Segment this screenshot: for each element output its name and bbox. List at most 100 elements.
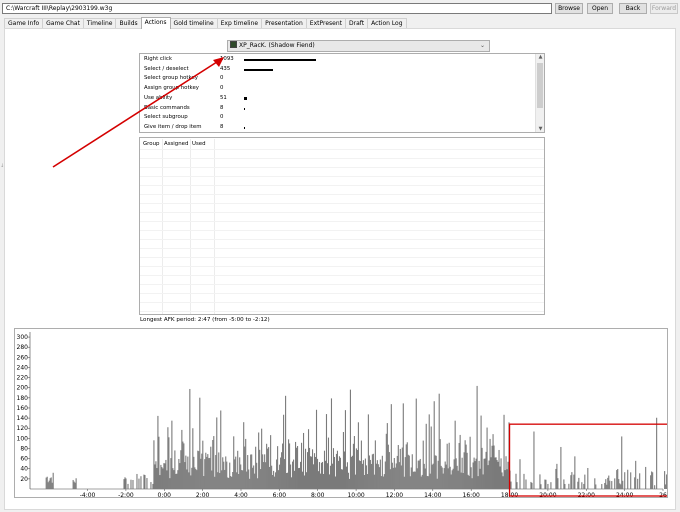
chart-bar	[437, 460, 439, 489]
back-button[interactable]: Back	[619, 3, 647, 14]
action-row[interactable]: Select subgroup 0	[140, 113, 534, 122]
chart-bar	[206, 456, 208, 489]
chart-svg: 20 40 60 80 100 120 140 160 180 200 220 240 260 280 30…	[17, 332, 674, 499]
chart-bar	[155, 461, 157, 489]
chart-bar	[175, 473, 177, 489]
action-list-scrollbar[interactable]: ▲ ▼	[535, 54, 544, 132]
chart-bar	[186, 469, 188, 489]
chart-bar	[347, 472, 349, 489]
chart-bar	[368, 455, 370, 489]
chart-bar	[156, 468, 158, 489]
browse-button[interactable]: Browse	[555, 3, 583, 14]
chart-bar	[430, 426, 432, 489]
open-button[interactable]: Open	[587, 3, 613, 14]
chart-bar	[652, 472, 654, 489]
group-col-header[interactable]: Group	[143, 141, 159, 147]
chart-bar	[545, 479, 547, 489]
grid-row-line	[140, 149, 544, 150]
chart-bar	[255, 446, 257, 489]
chart-bar	[160, 464, 162, 489]
grid-row-line	[140, 293, 544, 294]
action-name: Give item / drop item	[144, 123, 202, 130]
chart-bar	[485, 451, 487, 489]
chart-bar	[174, 450, 176, 489]
chart-bar	[294, 470, 296, 489]
chart-bar	[211, 470, 213, 489]
forward-button[interactable]: Forward	[650, 3, 678, 14]
chart-bar	[373, 474, 375, 489]
chart-bar	[208, 458, 210, 489]
chart-bar	[164, 463, 166, 489]
replay-path-field[interactable]: C:\Warcraft III\Replay\2903199.w3g	[2, 3, 552, 14]
chart-bar	[544, 479, 546, 489]
grid-row-line	[140, 284, 544, 285]
action-row[interactable]: Use ability 51	[140, 94, 534, 103]
chart-bar	[250, 454, 252, 489]
y-tick-label: 260	[17, 354, 29, 361]
scroll-thumb[interactable]	[537, 63, 543, 108]
chart-bar	[296, 447, 298, 489]
chart-bar	[413, 471, 415, 489]
chart-bar	[611, 481, 613, 489]
chart-bar	[417, 460, 419, 489]
player-select[interactable]: XP_RacK. (Shadow Fiend) ⌄	[227, 40, 490, 52]
chart-bar	[587, 467, 589, 489]
chart-bar	[523, 473, 525, 489]
chart-bar	[595, 484, 597, 489]
tab-actions[interactable]: Actions	[140, 17, 171, 29]
chart-bar	[393, 457, 395, 489]
chart-bar	[396, 455, 398, 489]
chart-bar	[372, 453, 374, 489]
chart-bar	[327, 437, 330, 489]
chart-bar	[455, 458, 457, 489]
chart-bar	[276, 459, 278, 489]
action-row[interactable]: Give item / drop item 8	[140, 123, 534, 132]
chevron-down-icon[interactable]: ⌄	[478, 41, 487, 51]
chart-bar	[280, 457, 282, 489]
chart-bar	[200, 458, 202, 489]
chart-bar	[234, 459, 236, 489]
action-row[interactable]: Right click 1093	[140, 55, 534, 64]
chart-bar	[539, 474, 541, 489]
chart-bar	[212, 439, 214, 489]
chart-bar	[618, 479, 620, 489]
chart-bar	[194, 467, 196, 489]
player-select-value: XP_RacK. (Shadow Fiend)	[239, 42, 315, 49]
action-bar	[244, 126, 245, 129]
action-row[interactable]: Select / deselect 435	[140, 65, 534, 74]
chart-bar	[477, 476, 479, 489]
hero-portrait-icon	[230, 41, 237, 48]
chart-bar	[341, 469, 343, 489]
action-name: Select / deselect	[144, 65, 189, 72]
action-row[interactable]: Basic commands 8	[140, 104, 534, 113]
chart-bar	[158, 436, 160, 489]
chart-bar	[391, 462, 393, 489]
chart-bar	[447, 468, 449, 489]
action-row[interactable]: Assign group hotkey 0	[140, 84, 534, 93]
chart-bar	[258, 432, 260, 489]
chart-bar	[376, 460, 378, 489]
chart-bar	[385, 433, 387, 489]
scroll-down-icon[interactable]: ▼	[536, 126, 544, 132]
group-col-header[interactable]: Used	[192, 141, 206, 147]
chart-bar	[402, 403, 404, 489]
chart-bar	[363, 474, 365, 489]
chart-bar	[202, 440, 204, 489]
chart-bar	[605, 479, 607, 489]
chart-bar	[283, 414, 285, 489]
chart-bar	[491, 445, 493, 489]
chart-bar	[352, 443, 354, 489]
chart-bar	[427, 476, 429, 489]
chart-bar	[495, 457, 497, 489]
chart-bar	[366, 474, 368, 489]
group-col-header[interactable]: Assigned	[164, 141, 188, 147]
chart-bar	[304, 448, 307, 489]
side-marker: ↓	[0, 163, 5, 169]
chart-bar	[297, 446, 299, 489]
chart-bar	[303, 475, 306, 489]
chart-bar	[469, 436, 471, 489]
action-row[interactable]: Select group hotkey 0	[140, 74, 534, 83]
scroll-up-icon[interactable]: ▲	[536, 54, 544, 60]
grid-row-line	[140, 248, 544, 249]
chart-bar	[412, 471, 414, 489]
